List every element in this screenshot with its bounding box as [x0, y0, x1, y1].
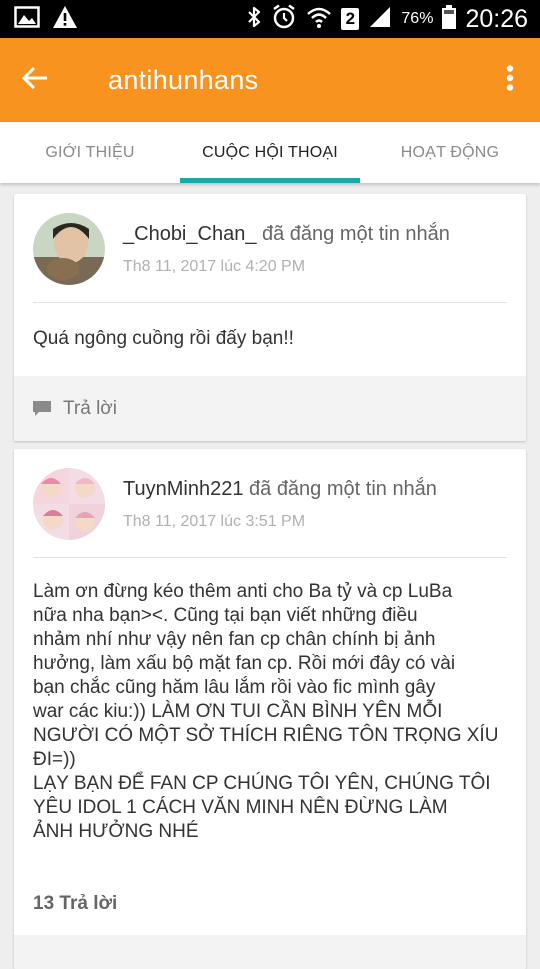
- author-name[interactable]: TuynMinh221: [123, 478, 243, 500]
- post-header: _Chobi_Chan_ đã đăng một tin nhắn Th8 11…: [14, 194, 526, 302]
- post-body-line: nhảm nhí như vậy nên fan cp chân chính b…: [33, 629, 436, 650]
- post-body-line: war các kiu:)) LÀM ƠN TUI CẦN BÌNH YÊN M…: [33, 701, 443, 722]
- post-action-text: đã đăng một tin nhắn: [256, 223, 450, 245]
- battery-percent: 76%: [401, 10, 434, 27]
- tab-bar: GIỚI THIỆU CUỘC HỘI THOẠI HOẠT ĐỘNG: [0, 122, 540, 183]
- battery-icon: [442, 4, 457, 34]
- wifi-icon: [306, 5, 332, 34]
- bluetooth-icon: [246, 5, 262, 34]
- post-timestamp: Th8 11, 2017 lúc 4:20 PM: [123, 258, 306, 275]
- post-body-line: LẠY BẠN ĐỂ FAN CP CHÚNG TÔI YÊN, CHÚNG T…: [33, 773, 491, 794]
- alarm-icon: [271, 3, 297, 35]
- post-action-text: đã đăng một tin nhắn: [243, 478, 437, 500]
- status-bar: 2 76% 20:26: [0, 0, 540, 38]
- post-body-line: nữa nha bạn><. Cũng tại bạn viết những đ…: [33, 605, 418, 626]
- post-body-line: YÊU IDOL 1 CÁCH VĂN MINH NÊN ĐỪNG LÀM: [33, 797, 448, 818]
- app-bar: antihunhans: [0, 38, 540, 122]
- post-header: TuynMinh221 đã đăng một tin nhắn Th8 11,…: [14, 449, 526, 557]
- back-button[interactable]: [0, 38, 70, 122]
- avatar[interactable]: [33, 468, 105, 540]
- post-body: Quá ngông cuồng rồi đấy bạn!!: [33, 328, 294, 349]
- arrow-back-icon: [21, 66, 49, 95]
- tab-activity[interactable]: HOẠT ĐỘNG: [360, 122, 540, 183]
- chat-bubble-icon: [32, 400, 52, 418]
- post-card: _Chobi_Chan_ đã đăng một tin nhắn Th8 11…: [14, 194, 526, 441]
- post-body-line: NGƯỜI CÓ MỘT SỞ THÍCH RIÊNG TÔN TRỌNG XÍ…: [33, 725, 499, 746]
- post-body-line: hưởng, làm xấu bộ mặt fan cp. Rồi mới đâ…: [33, 653, 456, 674]
- post-author-line: _Chobi_Chan_ đã đăng một tin nhắn: [123, 223, 450, 246]
- post-body-line: Làm ơn đừng kéo thêm anti cho Ba tỷ và c…: [33, 581, 453, 602]
- post-author-line: TuynMinh221 đã đăng một tin nhắn: [123, 478, 437, 501]
- gallery-icon: [14, 5, 40, 33]
- tab-conversations[interactable]: CUỘC HỘI THOẠI: [180, 122, 360, 183]
- more-vert-icon: [506, 64, 514, 96]
- signal-icon: [368, 6, 392, 33]
- sim-slot-badge: 2: [341, 8, 360, 30]
- avatar[interactable]: [33, 213, 105, 285]
- reply-preview-bar[interactable]: [14, 935, 526, 969]
- post-body-line: bạn chắc cũng hăm lâu lắm rồi vào fic mì…: [33, 677, 436, 698]
- clock: 20:26: [465, 4, 528, 33]
- reply-count-link[interactable]: 13 Trả lời: [33, 893, 117, 915]
- tab-introduction[interactable]: GIỚI THIỆU: [0, 122, 180, 183]
- post-card: TuynMinh221 đã đăng một tin nhắn Th8 11,…: [14, 449, 526, 969]
- post-body: Làm ơn đừng kéo thêm anti cho Ba tỷ và c…: [33, 580, 507, 844]
- more-options-button[interactable]: [480, 38, 540, 122]
- page-title: antihunhans: [108, 64, 259, 95]
- post-timestamp: Th8 11, 2017 lúc 3:51 PM: [123, 513, 306, 530]
- post-body-line: ĐI=)): [33, 749, 76, 770]
- author-name[interactable]: _Chobi_Chan_: [123, 223, 256, 245]
- warning-icon: [52, 5, 78, 34]
- reply-label: Trả lời: [63, 398, 117, 419]
- divider: [33, 302, 507, 303]
- divider: [33, 557, 507, 558]
- post-body-line: ẢNH HƯỞNG NHÉ: [33, 821, 199, 842]
- reply-button[interactable]: Trả lời: [14, 376, 526, 441]
